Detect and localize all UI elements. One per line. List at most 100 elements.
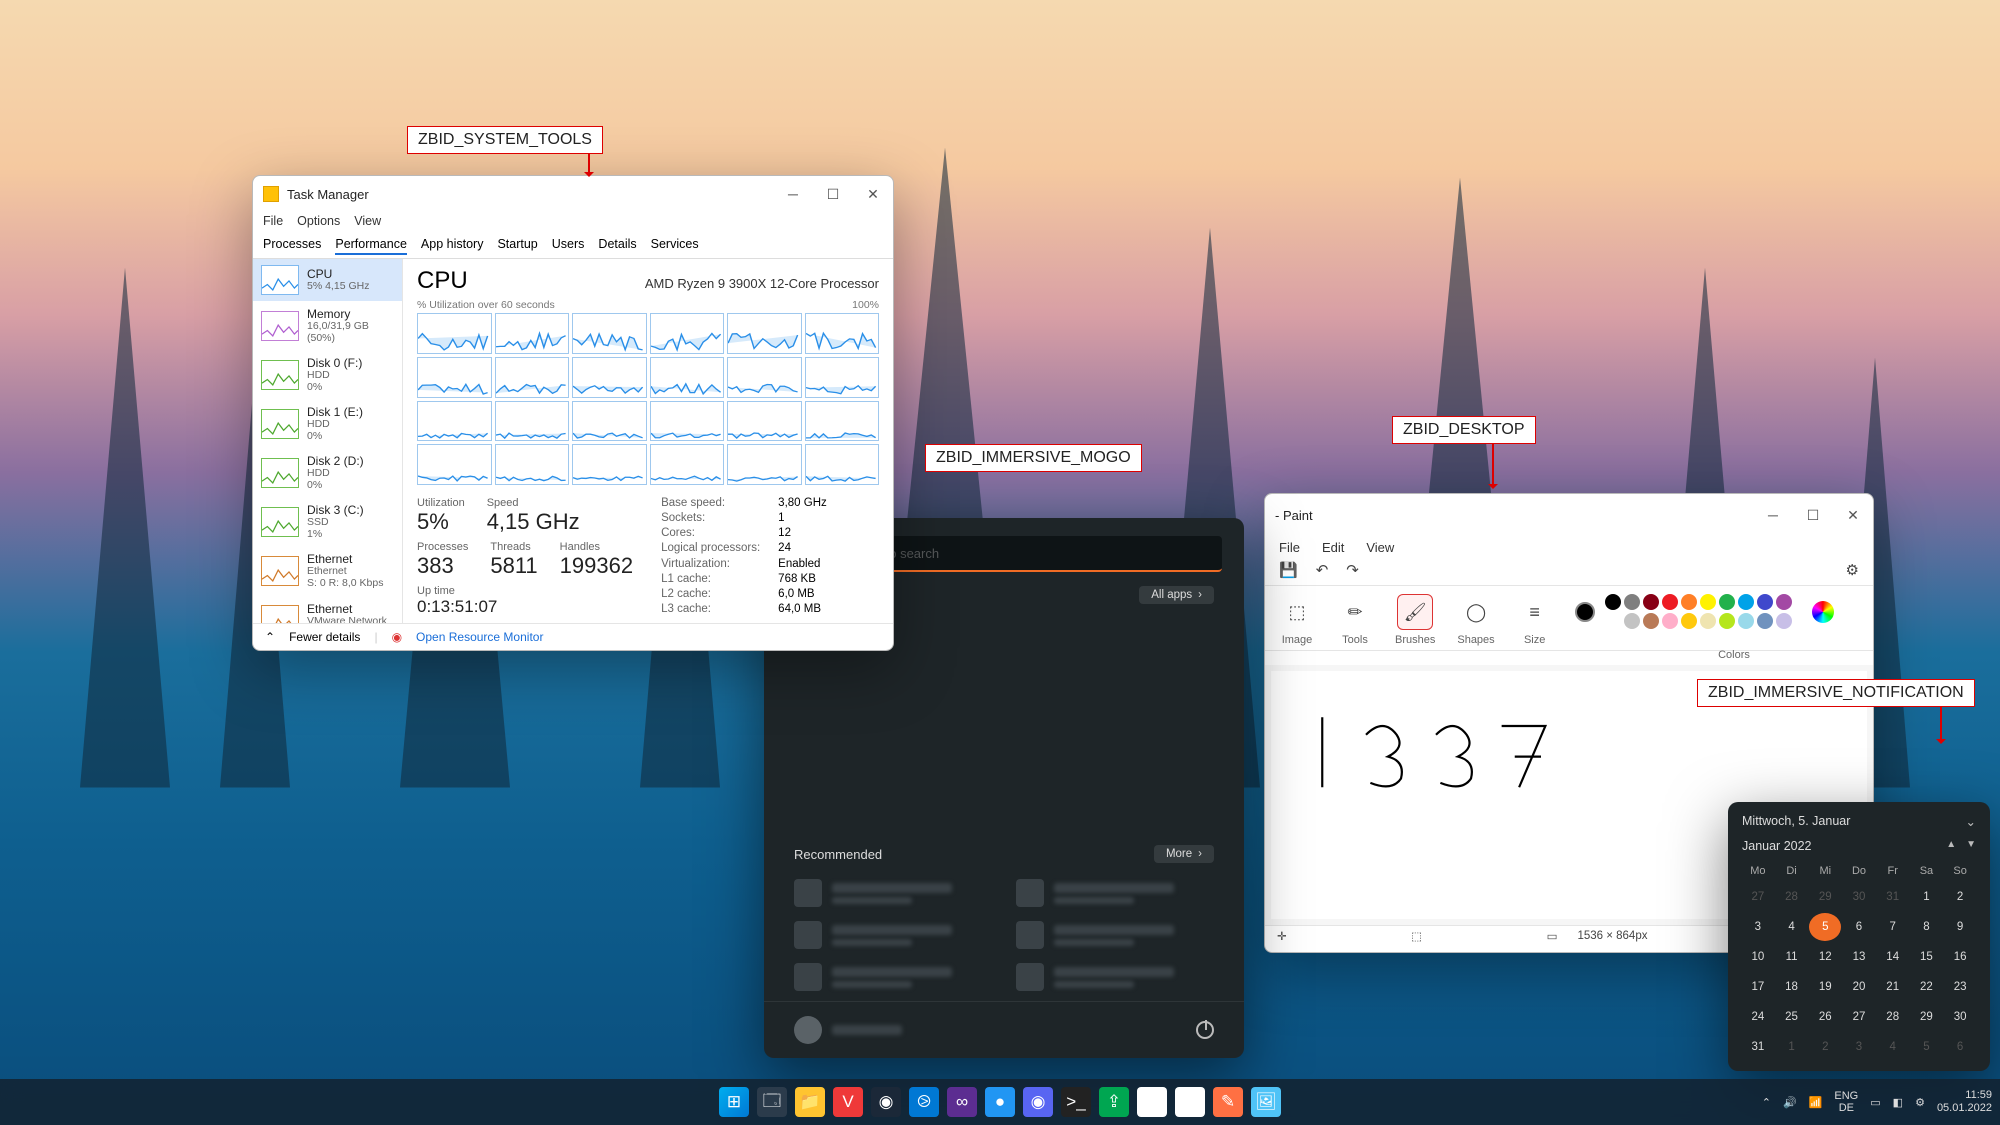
sidebar-memory[interactable]: Memory16,0/31,9 GB (50%) [253,301,402,350]
tab-services[interactable]: Services [651,235,699,255]
volume-icon[interactable]: 🔊 [1783,1096,1797,1109]
swatch[interactable] [1738,594,1754,610]
calendar-day[interactable]: 7 [1877,913,1909,941]
calendar-day[interactable]: 10 [1742,943,1774,971]
calendar-day[interactable]: 2 [1809,1033,1841,1061]
recommended-item[interactable] [794,963,992,991]
all-apps-button[interactable]: All apps› [1139,586,1214,604]
sidebar-ethernet[interactable]: EthernetEthernetS: 0 R: 8,0 Kbps [253,546,402,595]
next-month-button[interactable]: ▼ [1966,839,1976,853]
calendar-day[interactable]: 6 [1944,1033,1976,1061]
prev-month-button[interactable]: ▲ [1946,839,1956,853]
calendar-day[interactable]: 27 [1843,1003,1875,1031]
calendar-day[interactable]: 5 [1809,913,1841,941]
taskbar-vivaldi-icon[interactable]: V [833,1087,863,1117]
tab-app-history[interactable]: App history [421,235,484,255]
calendar-day[interactable]: 16 [1944,943,1976,971]
maximize-button[interactable]: ☐ [1803,507,1823,524]
recommended-item[interactable] [1016,921,1214,949]
close-button[interactable]: ✕ [1843,507,1863,524]
sidebar-cpu[interactable]: CPU5% 4,15 GHz [253,259,402,301]
tray-chevron-icon[interactable]: ⌃ [1762,1096,1771,1109]
taskbar-steam-icon[interactable]: ◉ [871,1087,901,1117]
settings-icon[interactable]: ⚙ [1846,561,1859,579]
language-indicator[interactable]: ENGDE [1834,1090,1858,1114]
undo-icon[interactable]: ↶ [1316,561,1329,579]
calendar-day[interactable]: 12 [1809,943,1841,971]
maximize-button[interactable]: ☐ [823,186,843,203]
swatch[interactable] [1662,613,1678,629]
tab-processes[interactable]: Processes [263,235,321,255]
swatch[interactable] [1605,613,1621,629]
calendar-day[interactable]: 21 [1877,973,1909,1001]
taskbar-chrome-icon[interactable]: ◯ [1175,1087,1205,1117]
save-icon[interactable]: 💾 [1279,561,1298,579]
calendar-day[interactable]: 1 [1911,883,1943,911]
calendar-day[interactable]: 30 [1843,883,1875,911]
more-button[interactable]: More› [1154,845,1214,863]
calendar-day[interactable]: 17 [1742,973,1774,1001]
select-tool[interactable]: ⬚ [1279,594,1315,630]
paint-titlebar[interactable]: - Paint ─ ☐ ✕ [1265,494,1873,536]
calendar-day[interactable]: 24 [1742,1003,1774,1031]
taskbar-start-icon[interactable]: ⊞ [719,1087,749,1117]
color-picker-icon[interactable] [1812,601,1834,623]
calendar-day[interactable]: 26 [1809,1003,1841,1031]
taskbar-terminal-icon[interactable]: >_ [1061,1087,1091,1117]
calendar-day[interactable]: 9 [1944,913,1976,941]
calendar-day[interactable]: 31 [1742,1033,1774,1061]
calendar-day[interactable]: 2 [1944,883,1976,911]
calendar-day[interactable]: 20 [1843,973,1875,1001]
fewer-details-link[interactable]: Fewer details [289,630,360,644]
swatch[interactable] [1624,594,1640,610]
recommended-item[interactable] [794,879,992,907]
redo-icon[interactable]: ↷ [1346,561,1359,579]
current-color[interactable] [1575,602,1595,622]
swatch[interactable] [1719,594,1735,610]
sidebar-disk-0-f-[interactable]: Disk 0 (F:)HDD0% [253,350,402,399]
close-button[interactable]: ✕ [863,186,883,203]
sidebar-disk-2-d-[interactable]: Disk 2 (D:)HDD0% [253,448,402,497]
paint-menu-file[interactable]: File [1279,540,1300,555]
taskbar-app-blue-icon[interactable]: ● [985,1087,1015,1117]
swatch[interactable] [1643,613,1659,629]
taskbar-powertoys-icon[interactable]: ◆ [1137,1087,1167,1117]
swatch[interactable] [1738,613,1754,629]
calendar-day[interactable]: 27 [1742,883,1774,911]
tm-titlebar[interactable]: Task Manager ─ ☐ ✕ [253,176,893,212]
calendar-day[interactable]: 15 [1911,943,1943,971]
calendar-day[interactable]: 5 [1911,1033,1943,1061]
menu-view[interactable]: View [354,214,381,228]
taskbar-clock[interactable]: 11:5905.01.2022 [1937,1089,1992,1114]
calendar-day[interactable]: 3 [1742,913,1774,941]
tab-users[interactable]: Users [552,235,585,255]
calendar-day[interactable]: 31 [1877,883,1909,911]
calendar-day[interactable]: 22 [1911,973,1943,1001]
taskbar-photos-icon[interactable]: 🖼 [1251,1087,1281,1117]
minimize-button[interactable]: ─ [1763,507,1783,524]
tools-button[interactable]: ✏ [1337,594,1373,630]
calendar-day[interactable]: 25 [1776,1003,1808,1031]
calendar-day[interactable]: 13 [1843,943,1875,971]
calendar-day[interactable]: 14 [1877,943,1909,971]
taskbar-discord-icon[interactable]: ◉ [1023,1087,1053,1117]
swatch[interactable] [1776,613,1792,629]
taskbar-vscode-icon[interactable]: ⧁ [909,1087,939,1117]
swatch[interactable] [1624,613,1640,629]
taskbar-explorer-icon[interactable]: 📁 [795,1087,825,1117]
sidebar-disk-3-c-[interactable]: Disk 3 (C:)SSD1% [253,497,402,546]
user-avatar[interactable] [794,1016,822,1044]
tray-icon-2[interactable]: ◧ [1893,1096,1903,1109]
taskbar-task-view-icon[interactable]: 🗔 [757,1087,787,1117]
swatch[interactable] [1700,613,1716,629]
calendar-day[interactable]: 30 [1944,1003,1976,1031]
menu-options[interactable]: Options [297,214,340,228]
tab-startup[interactable]: Startup [497,235,537,255]
swatch[interactable] [1681,613,1697,629]
swatch[interactable] [1757,613,1773,629]
swatch[interactable] [1719,613,1735,629]
taskbar-visual-studio-icon[interactable]: ∞ [947,1087,977,1117]
recommended-item[interactable] [794,921,992,949]
network-icon[interactable]: 📶 [1809,1096,1823,1109]
swatch[interactable] [1681,594,1697,610]
